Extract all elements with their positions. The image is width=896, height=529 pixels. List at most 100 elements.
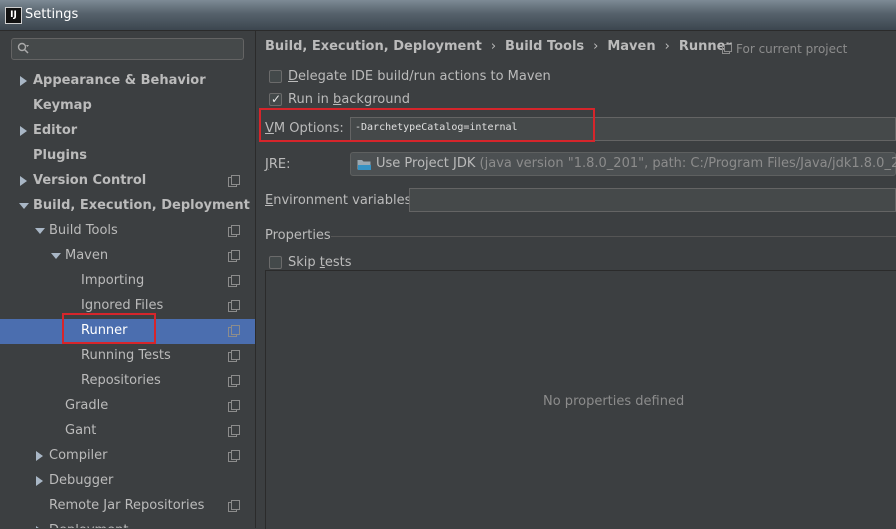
collapsed-arrow-icon[interactable] xyxy=(18,75,30,87)
label-part: Run in xyxy=(288,92,334,107)
breadcrumb-separator: › xyxy=(664,39,670,54)
sidebar-item-keymap[interactable]: Keymap xyxy=(0,94,255,119)
project-settings-copy-icon xyxy=(228,375,240,387)
sidebar-item-label: Compiler xyxy=(49,448,108,463)
label-part: RE: xyxy=(268,157,291,172)
project-scope-icon xyxy=(722,44,732,54)
collapsed-arrow-icon[interactable] xyxy=(18,125,30,137)
sidebar-item-label: Running Tests xyxy=(81,348,171,363)
sidebar-item-label: Debugger xyxy=(49,473,114,488)
sidebar-item-appearance-behavior[interactable]: Appearance & Behavior xyxy=(0,69,255,94)
intellij-app-icon: IJ xyxy=(5,7,22,24)
jre-label: JRE: xyxy=(265,157,290,172)
window-title: Settings xyxy=(25,7,79,22)
project-settings-copy-icon xyxy=(228,350,240,362)
no-properties-message: No properties defined xyxy=(543,394,685,409)
sidebar-item-editor[interactable]: Editor xyxy=(0,119,255,144)
runner-settings-panel: Build, Execution, Deployment › Build Tools… xyxy=(256,31,896,529)
environment-variables-field[interactable] xyxy=(409,188,896,212)
project-settings-copy-icon xyxy=(228,425,240,437)
breadcrumb-item-build-execution-deployment[interactable]: Build, Execution, Deployment xyxy=(265,39,482,54)
sidebar-item-version-control[interactable]: Version Control xyxy=(0,169,255,194)
sidebar-item-label: Repositories xyxy=(81,373,161,388)
environment-variables-label: Environment variables: xyxy=(265,193,416,208)
delegate-to-maven-label[interactable]: Delegate IDE build/run actions to Maven xyxy=(288,69,551,84)
project-scope-note: For current project xyxy=(722,42,847,56)
project-settings-copy-icon xyxy=(228,500,240,512)
sidebar-item-label: Build, Execution, Deployment xyxy=(33,198,250,213)
project-settings-copy-icon xyxy=(228,275,240,287)
project-settings-copy-icon xyxy=(228,400,240,412)
sidebar-item-gradle[interactable]: Gradle xyxy=(0,394,255,419)
label-mnemonic: D xyxy=(288,69,299,84)
settings-sidebar: Appearance & Behavior Keymap Editor Plugins… xyxy=(0,31,256,528)
jdk-folder-icon xyxy=(357,160,371,170)
checkmark-icon: ✓ xyxy=(271,92,282,106)
sidebar-item-label: Gant xyxy=(65,423,97,438)
sidebar-item-label: Version Control xyxy=(33,173,147,188)
runner-highlight-box xyxy=(62,313,156,344)
sidebar-item-plugins[interactable]: Plugins xyxy=(0,144,255,169)
project-settings-copy-icon xyxy=(228,450,240,462)
section-divider xyxy=(331,236,896,237)
sidebar-item-label: Remote Jar Repositories xyxy=(49,498,205,513)
sidebar-item-compiler[interactable]: Compiler xyxy=(0,444,255,469)
sidebar-item-build-tools[interactable]: Build Tools xyxy=(0,219,255,244)
project-settings-copy-icon xyxy=(228,250,240,262)
sidebar-item-label: Editor xyxy=(33,123,78,138)
sidebar-item-label: Deployment xyxy=(49,523,129,528)
sidebar-item-running-tests[interactable]: Running Tests xyxy=(0,344,255,369)
properties-section-title: Properties xyxy=(265,228,331,243)
project-scope-label: For current project xyxy=(736,42,848,56)
sidebar-item-label: Importing xyxy=(81,273,145,288)
label-part: elegate IDE build/run actions to Maven xyxy=(298,69,551,84)
jre-select[interactable]: Use Project JDK (java version "1.8.0_201… xyxy=(350,152,896,176)
sidebar-item-label: Maven xyxy=(65,248,109,263)
breadcrumb: Build, Execution, Deployment › Build Tools… xyxy=(265,39,732,54)
label-part: Skip xyxy=(288,255,320,270)
collapsed-arrow-icon[interactable] xyxy=(34,475,46,487)
breadcrumb-separator: › xyxy=(490,39,497,54)
run-in-background-checkbox[interactable]: ✓ xyxy=(269,92,282,106)
run-in-background-label[interactable]: Run in background xyxy=(288,92,410,107)
sidebar-item-importing[interactable]: Importing xyxy=(0,269,255,294)
breadcrumb-separator: › xyxy=(593,39,599,54)
expanded-arrow-icon[interactable] xyxy=(50,250,62,262)
label-part: ests xyxy=(324,255,352,270)
sidebar-item-label: Plugins xyxy=(33,148,87,163)
sidebar-item-build-execution-deployment[interactable]: Build, Execution, Deployment xyxy=(0,194,255,219)
sidebar-item-debugger[interactable]: Debugger xyxy=(0,469,255,494)
expanded-arrow-icon[interactable] xyxy=(34,225,46,237)
skip-tests-checkbox[interactable] xyxy=(269,256,282,269)
title-bar: IJ Settings xyxy=(0,0,896,31)
properties-table[interactable]: No properties defined xyxy=(265,270,896,529)
sidebar-item-label: Ignored Files xyxy=(81,298,164,313)
label-mnemonic: E xyxy=(265,193,274,208)
jre-detail: (java version "1.8.0_201", path: C:/Prog… xyxy=(479,156,896,171)
collapsed-arrow-icon[interactable] xyxy=(18,175,30,187)
sidebar-item-label: Build Tools xyxy=(49,223,118,238)
delegate-to-maven-checkbox[interactable] xyxy=(269,70,282,83)
sidebar-item-repositories[interactable]: Repositories xyxy=(0,369,255,394)
project-settings-copy-icon xyxy=(228,175,240,187)
search-icon xyxy=(17,42,29,54)
label-part: nvironment variables: xyxy=(273,193,416,208)
skip-tests-label[interactable]: Skip tests xyxy=(288,255,352,270)
breadcrumb-item-build-tools[interactable]: Build Tools xyxy=(505,39,584,54)
expanded-arrow-icon[interactable] xyxy=(18,200,30,212)
settings-search-input[interactable] xyxy=(11,38,244,60)
project-settings-copy-icon xyxy=(228,325,240,337)
label-part: ackground xyxy=(341,92,410,107)
sidebar-item-gant[interactable]: Gant xyxy=(0,419,255,444)
breadcrumb-item-maven[interactable]: Maven xyxy=(607,39,655,54)
sidebar-item-label: Appearance & Behavior xyxy=(33,73,206,88)
sidebar-item-label: Gradle xyxy=(65,398,109,413)
project-settings-copy-icon xyxy=(228,300,240,312)
sidebar-item-label: Keymap xyxy=(33,98,92,113)
jre-name: Use Project JDK xyxy=(376,156,476,171)
sidebar-item-remote-jar-repositories[interactable]: Remote Jar Repositories xyxy=(0,494,255,519)
jre-selected-value: Use Project JDK (java version "1.8.0_201… xyxy=(376,156,896,171)
sidebar-item-deployment[interactable]: Deployment xyxy=(0,519,255,528)
collapsed-arrow-icon[interactable] xyxy=(34,450,46,462)
sidebar-item-maven[interactable]: Maven xyxy=(0,244,255,269)
